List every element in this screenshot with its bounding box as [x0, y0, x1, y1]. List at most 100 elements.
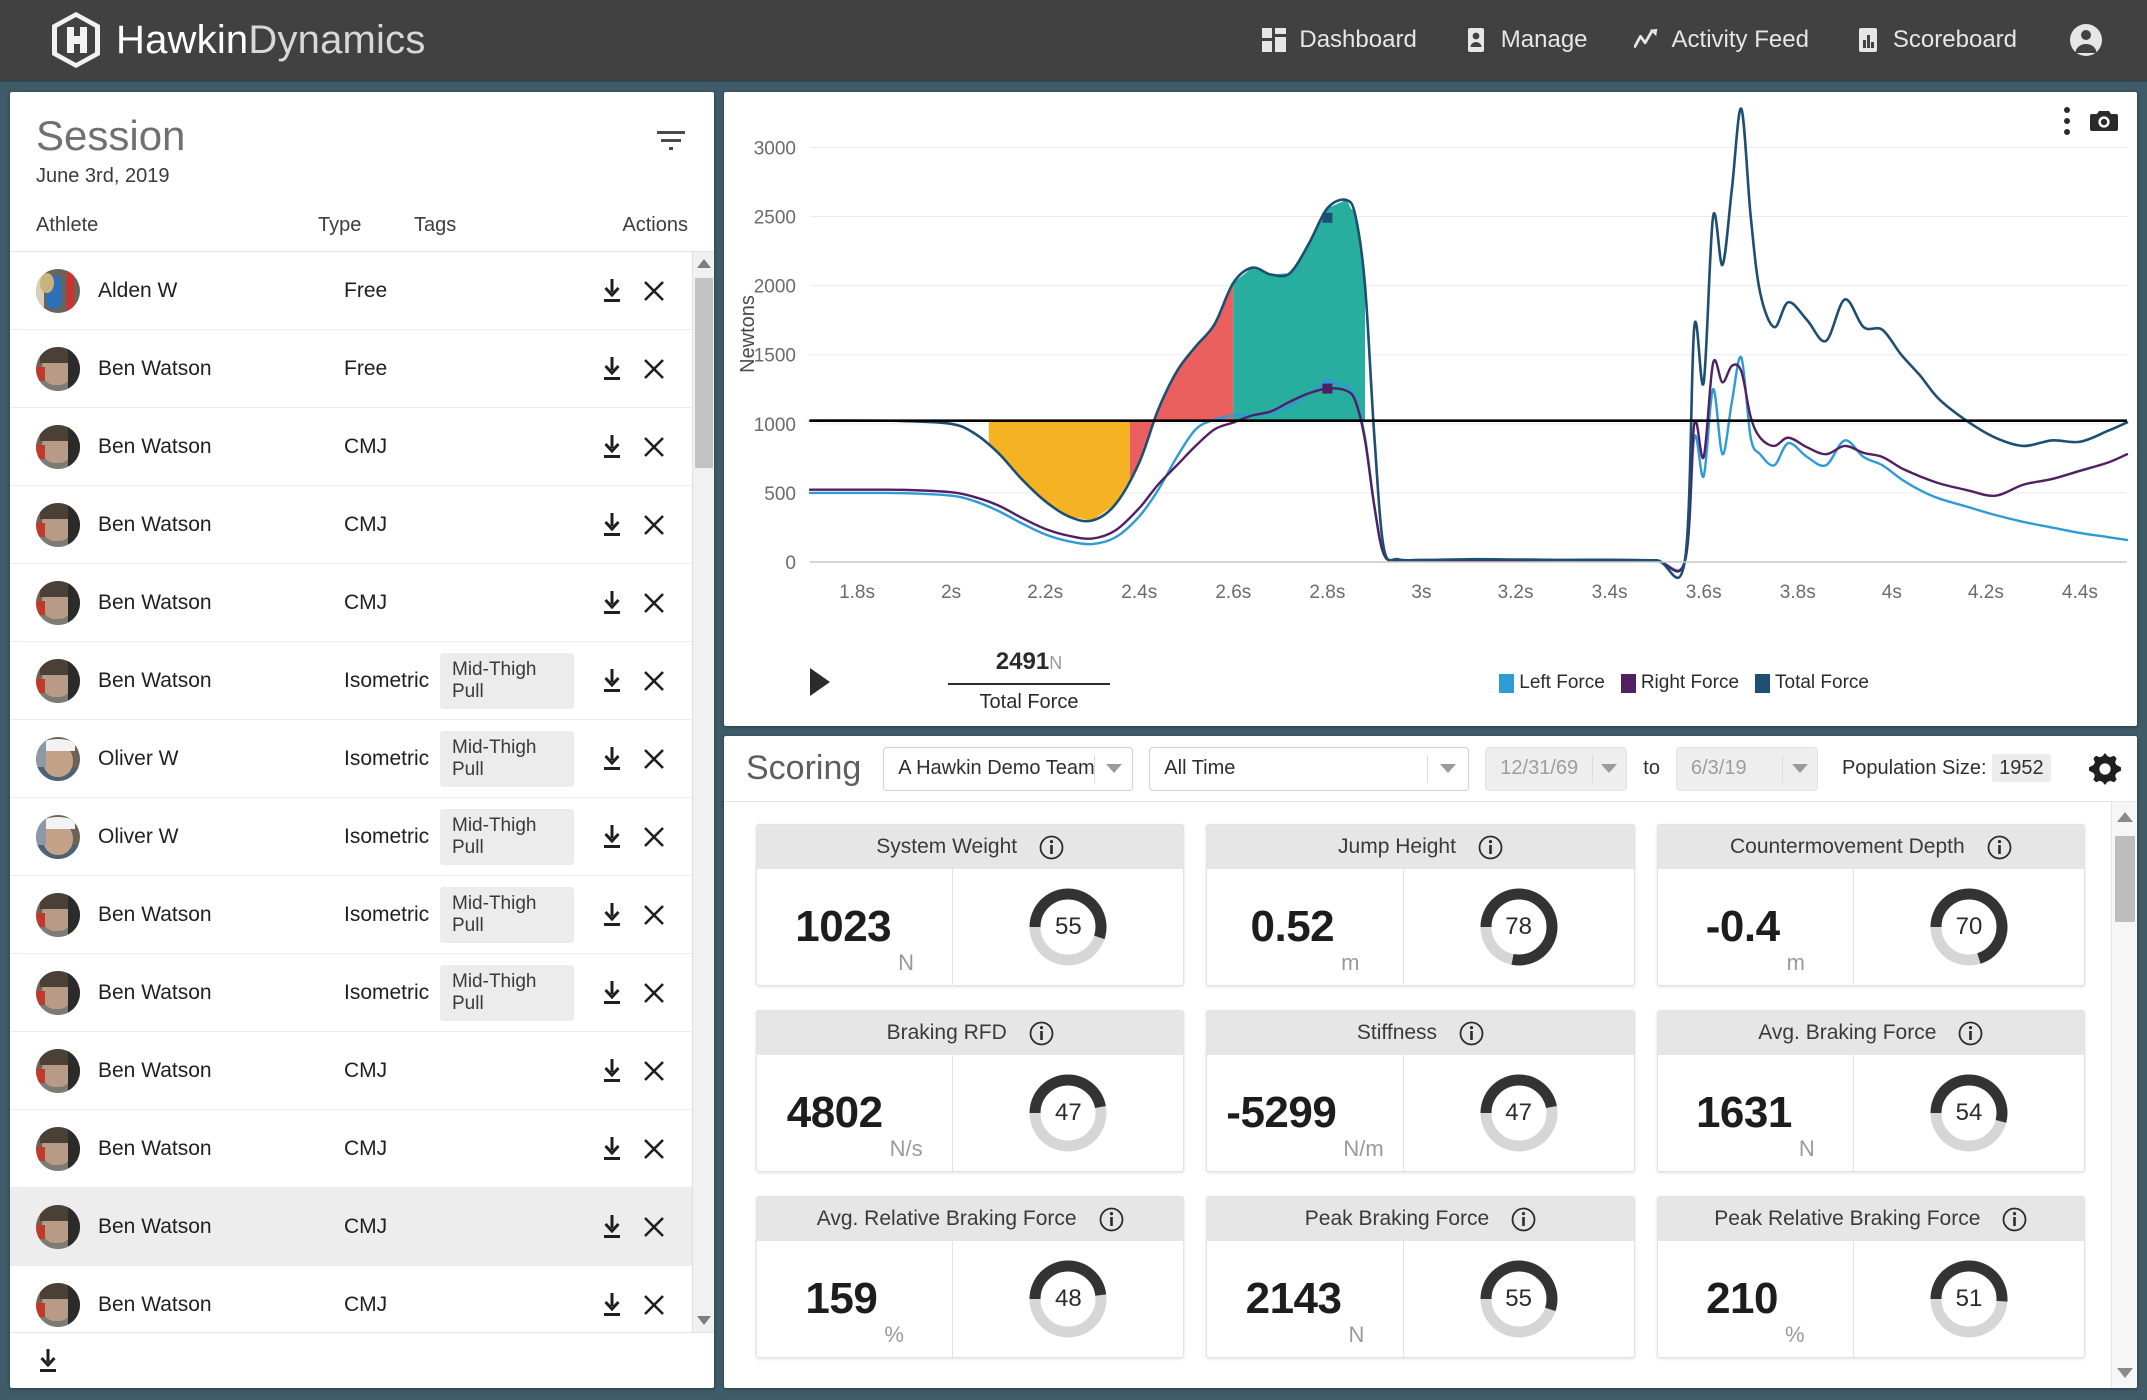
info-icon[interactable]: [1987, 835, 2012, 860]
close-x-icon[interactable]: [642, 981, 666, 1005]
metric-gauge-cell: 51: [1854, 1241, 2084, 1357]
info-icon[interactable]: [2002, 1207, 2027, 1232]
force-time-chart[interactable]: 0 500 1000 1500 2000 2500 3000 Newtons 1.8s 2s 2.2…: [724, 92, 2137, 652]
legend-item[interactable]: Total Force: [1755, 672, 1869, 694]
table-row[interactable]: Ben Watson CMJ: [10, 1032, 692, 1111]
table-row[interactable]: Ben Watson Isometric Mid-Thigh Pull: [10, 954, 692, 1033]
download-icon[interactable]: [600, 434, 624, 460]
table-row[interactable]: Ben Watson CMJ: [10, 1110, 692, 1189]
download-all-icon[interactable]: [36, 1348, 60, 1374]
download-icon[interactable]: [600, 902, 624, 928]
info-icon[interactable]: [1029, 1021, 1054, 1046]
scrollbar-thumb[interactable]: [695, 278, 713, 469]
kebab-menu-icon[interactable]: [2063, 106, 2071, 136]
table-row[interactable]: Ben Watson Free: [10, 330, 692, 409]
download-icon[interactable]: [600, 512, 624, 538]
time-range-select[interactable]: All Time: [1149, 746, 1470, 791]
metric-card[interactable]: Avg. Relative Braking Force 159% 48: [756, 1196, 1185, 1358]
scrollbar-thumb[interactable]: [2115, 836, 2135, 922]
table-row[interactable]: Ben Watson Isometric Mid-Thigh Pull: [10, 642, 692, 721]
date-to-select[interactable]: 6/3/19: [1675, 746, 1818, 791]
session-list-scrollbar[interactable]: [692, 252, 714, 1332]
gear-icon[interactable]: [2089, 752, 2121, 785]
scoring-scrollbar[interactable]: [2111, 802, 2137, 1388]
download-icon[interactable]: [600, 980, 624, 1006]
nav-item-scoreboard[interactable]: Scoreboard: [1855, 26, 2017, 54]
date-from-select[interactable]: 12/31/69: [1485, 746, 1628, 791]
filter-icon[interactable]: [656, 128, 686, 152]
score-gauge: 70: [1926, 884, 2012, 970]
row-actions: [574, 434, 666, 460]
metric-gauge-cell: 70: [1854, 869, 2084, 985]
download-icon[interactable]: [600, 1058, 624, 1084]
close-x-icon[interactable]: [642, 747, 666, 771]
table-row[interactable]: Ben Watson CMJ: [10, 564, 692, 643]
close-x-icon[interactable]: [642, 435, 666, 459]
table-row[interactable]: Oliver W Isometric Mid-Thigh Pull: [10, 720, 692, 799]
download-icon[interactable]: [600, 746, 624, 772]
table-row[interactable]: Ben Watson Isometric Mid-Thigh Pull: [10, 876, 692, 955]
close-x-icon[interactable]: [642, 279, 666, 303]
download-icon[interactable]: [600, 1136, 624, 1162]
series-line-right-force: [808, 359, 2129, 573]
info-icon[interactable]: [1478, 835, 1503, 860]
scroll-down-arrow-icon[interactable]: [697, 1316, 711, 1325]
metric-card[interactable]: Peak Relative Braking Force 210% 51: [1656, 1196, 2085, 1358]
download-icon[interactable]: [600, 278, 624, 304]
metric-value: 1631: [1695, 1088, 1792, 1137]
table-row[interactable]: Ben Watson CMJ: [10, 408, 692, 487]
scroll-up-arrow-icon[interactable]: [2117, 812, 2133, 822]
data-point-marker[interactable]: [1322, 212, 1333, 223]
legend-item[interactable]: Left Force: [1499, 672, 1605, 694]
metric-card[interactable]: Braking RFD 4802 N/s 47: [756, 1010, 1185, 1172]
info-icon[interactable]: [1511, 1207, 1536, 1232]
column-header-actions: Actions: [622, 214, 688, 237]
info-icon[interactable]: [1459, 1021, 1484, 1046]
info-icon[interactable]: [1099, 1207, 1124, 1232]
close-x-icon[interactable]: [642, 591, 666, 615]
download-icon[interactable]: [600, 668, 624, 694]
data-point-marker[interactable]: [1322, 383, 1333, 394]
download-icon[interactable]: [600, 824, 624, 850]
metric-card[interactable]: Peak Braking Force 2143 N 55: [1206, 1196, 1635, 1358]
close-x-icon[interactable]: [642, 903, 666, 927]
close-x-icon[interactable]: [642, 825, 666, 849]
download-icon[interactable]: [600, 356, 624, 382]
team-select[interactable]: A Hawkin Demo Team: [883, 746, 1134, 791]
download-icon[interactable]: [600, 1292, 624, 1318]
brand-logo-link[interactable]: HawkinDynamics: [50, 11, 426, 69]
nav-item-manage[interactable]: Manage: [1463, 26, 1588, 54]
table-row[interactable]: Oliver W Isometric Mid-Thigh Pull: [10, 798, 692, 877]
metric-card[interactable]: Jump Height 0.52 m 78: [1206, 824, 1635, 986]
close-x-icon[interactable]: [642, 1293, 666, 1317]
close-x-icon[interactable]: [642, 513, 666, 537]
metric-card-body: 159% 48: [757, 1241, 1183, 1357]
legend-item[interactable]: Right Force: [1620, 672, 1739, 694]
nav-item-activity-feed[interactable]: Activity Feed: [1633, 26, 1809, 54]
close-x-icon[interactable]: [642, 669, 666, 693]
close-x-icon[interactable]: [642, 1059, 666, 1083]
table-row[interactable]: Ben Watson CMJ: [10, 1266, 692, 1332]
table-row[interactable]: Alden W Free: [10, 252, 692, 331]
table-row[interactable]: Ben Watson CMJ: [10, 486, 692, 565]
metric-card[interactable]: System Weight 1023 N 55: [756, 824, 1185, 986]
account-circle-icon[interactable]: [2069, 23, 2103, 57]
download-icon[interactable]: [600, 590, 624, 616]
nav-item-dashboard[interactable]: Dashboard: [1261, 26, 1417, 54]
scroll-down-arrow-icon[interactable]: [2117, 1368, 2133, 1378]
close-x-icon[interactable]: [642, 1137, 666, 1161]
svg-text:500: 500: [764, 484, 796, 505]
metric-card[interactable]: Avg. Braking Force 1631 N 54: [1656, 1010, 2085, 1172]
info-icon[interactable]: [1958, 1021, 1983, 1046]
scroll-up-arrow-icon[interactable]: [697, 259, 711, 269]
info-icon[interactable]: [1039, 835, 1064, 860]
metric-card[interactable]: Countermovement Depth -0.4 m 70: [1656, 824, 2085, 986]
metric-card[interactable]: Stiffness -5299 N/m 47: [1206, 1010, 1635, 1172]
download-icon[interactable]: [600, 1214, 624, 1240]
play-icon[interactable]: [810, 668, 830, 696]
table-row[interactable]: Ben Watson CMJ: [10, 1188, 692, 1267]
score-gauge: 55: [1476, 1256, 1562, 1342]
camera-screenshot-icon[interactable]: [2089, 108, 2119, 134]
close-x-icon[interactable]: [642, 1215, 666, 1239]
close-x-icon[interactable]: [642, 357, 666, 381]
